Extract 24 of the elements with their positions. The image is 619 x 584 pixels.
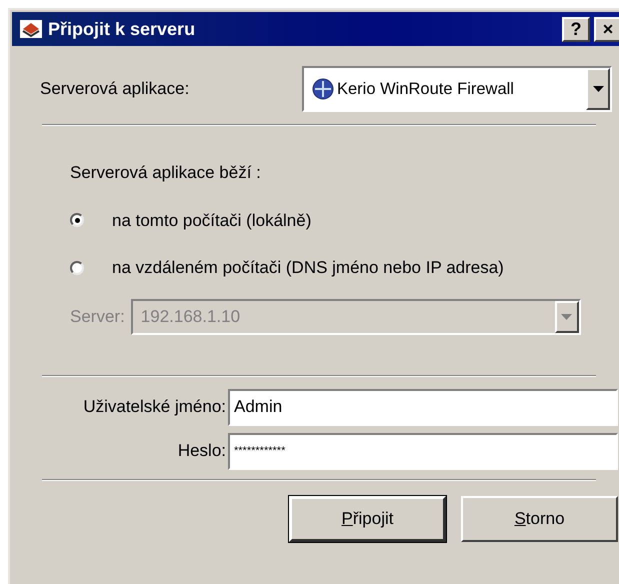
radio-option[interactable]: na tomto počítači (lokálně) (70, 208, 312, 233)
radio-option[interactable]: na vzdáleném počítači (DNS jméno nebo IP adresa) (70, 255, 504, 280)
dropdown-value: 192.168.1.10 (140, 306, 242, 328)
username-label: Uživatelské jméno: (83, 396, 226, 418)
app-dropdown[interactable]: Kerio WinRoute Firewall (302, 66, 612, 112)
username-field[interactable]: Admin (228, 388, 618, 426)
caret-icon (592, 86, 604, 92)
window-title: Připojit k serveru (48, 18, 196, 41)
globe-icon (312, 78, 334, 100)
close-button[interactable]: × (594, 16, 619, 42)
radio-button[interactable] (70, 213, 84, 228)
password-field[interactable]: ************ (228, 432, 618, 470)
password-label: Heslo: (178, 440, 226, 462)
help-button[interactable]: ? (562, 16, 590, 42)
app-icon (20, 20, 42, 38)
radio-button[interactable] (70, 260, 84, 275)
app-label: Serverová aplikace: (40, 78, 190, 100)
cancel-button[interactable]: Storno (461, 496, 618, 542)
section-heading: Serverová aplikace běží : (70, 162, 261, 184)
connect-button[interactable]: Připojit (289, 496, 446, 542)
caret-icon (561, 314, 572, 320)
server-label: Server: (70, 306, 125, 328)
dropdown-value: Kerio WinRoute Firewall (337, 78, 515, 100)
dropdown-button[interactable] (586, 68, 610, 110)
